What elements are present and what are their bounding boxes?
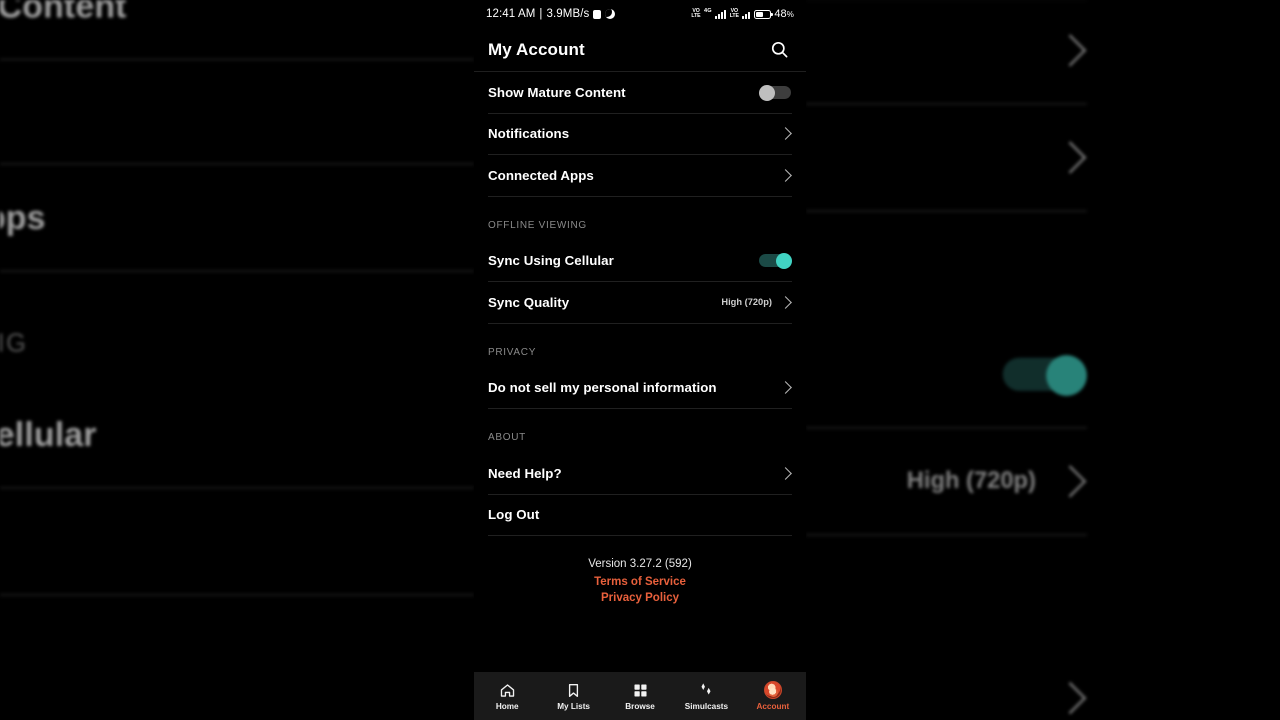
screen-root: My Account Show Mature Content Notificat…: [0, 0, 1280, 720]
version-label: Version 3.27.2 (592): [588, 558, 692, 570]
pill-indicator-icon: [593, 9, 602, 19]
background-blur-right-content: High (720p): [806, 0, 1123, 720]
volte-sim1-icon: VO LTE: [691, 7, 701, 19]
setting-row-log-out[interactable]: Log Out: [488, 495, 792, 536]
bg-left-section: OFFLINE VIEWING: [0, 329, 28, 358]
chevron-right-icon: [779, 466, 792, 480]
network-4g-label: 4G: [704, 8, 712, 14]
setting-row-do-not-sell-my-personal-information[interactable]: Do not sell my personal information: [488, 368, 792, 409]
app-bar: My Account: [474, 28, 806, 72]
page-title: My Account: [488, 39, 585, 59]
background-blur-right: High (720p): [806, 0, 1280, 720]
nav-label: Simulcasts: [684, 701, 729, 711]
bg-left-section: PRIVACY: [0, 595, 474, 707]
setting-row-notifications[interactable]: Notifications: [488, 114, 792, 155]
signal-bars-sim2-icon: [742, 9, 751, 19]
chevron-right-icon: [779, 127, 792, 141]
bookmark-icon: [565, 682, 582, 699]
bg-left-row-label: Sync Using Cellular: [0, 415, 97, 455]
bg-left-row-label: Connected Apps: [0, 197, 46, 237]
toggle-knob: [776, 253, 792, 270]
signal-bars-sim1-icon: [715, 9, 727, 19]
bg-right-value: High (720p): [906, 467, 1036, 494]
grid-icon: [632, 682, 649, 699]
setting-row-show-mature-content[interactable]: Show Mature Content: [488, 72, 792, 114]
background-blur-left-content: My Account Show Mature Content Notificat…: [0, 0, 474, 720]
section-header-offline-viewing: OFFLINE VIEWING: [488, 219, 587, 231]
bottom-navigation-bar: Home My Lists Browse Simulcasts Account: [474, 672, 806, 720]
sync-quality-value: High (720p): [721, 297, 772, 308]
background-blur-left: My Account Show Mature Content Notificat…: [0, 0, 474, 720]
nav-item-browse[interactable]: Browse: [607, 672, 673, 720]
nav-item-home[interactable]: Home: [474, 672, 540, 720]
sync-using-cellular-toggle[interactable]: [759, 253, 792, 270]
battery-percent: 48%: [774, 8, 794, 20]
setting-row-need-help[interactable]: Need Help?: [488, 453, 792, 495]
status-data-rate: 3.9MB/s: [546, 8, 590, 20]
section-header-about: ABOUT: [488, 432, 526, 443]
nav-item-my-lists[interactable]: My Lists: [540, 672, 606, 720]
setting-label: Sync Using Cellular: [488, 253, 614, 269]
volte-sim2-icon: VO LTE: [729, 7, 739, 19]
settings-list: Show Mature Content Notifications Connec…: [474, 72, 806, 604]
setting-label: Do not sell my personal information: [488, 380, 717, 396]
nav-item-simulcasts[interactable]: Simulcasts: [673, 672, 739, 720]
setting-label: Log Out: [488, 507, 540, 523]
home-icon: [499, 682, 516, 699]
setting-label: Notifications: [488, 126, 570, 142]
status-separator: |: [539, 8, 543, 20]
app-footer: Version 3.27.2 (592) Terms of Service Pr…: [488, 536, 792, 604]
show-mature-content-toggle[interactable]: [759, 84, 792, 101]
nav-label: Home: [495, 701, 519, 711]
setting-label: Connected Apps: [488, 167, 594, 183]
phone-screen: 12:41 AM | 3.9MB/s VOLTE 4G VOLTE 48%: [474, 0, 806, 720]
chevron-right-icon: [779, 295, 792, 309]
setting-row-connected-apps[interactable]: Connected Apps: [488, 155, 792, 197]
status-time: 12:41 AM: [486, 8, 536, 20]
setting-label: Show Mature Content: [488, 84, 626, 100]
bg-left-row-label: Show Mature Content: [0, 0, 127, 25]
setting-row-sync-quality[interactable]: Sync Quality High (720p): [488, 282, 792, 324]
setting-label: Need Help?: [488, 465, 562, 481]
nav-label: My Lists: [557, 701, 590, 711]
sparkles-icon: [697, 682, 715, 699]
nav-label: Account: [756, 701, 790, 711]
chevron-right-icon: [779, 168, 792, 182]
toggle-knob: [759, 84, 775, 101]
nav-item-account[interactable]: Account: [740, 672, 806, 720]
search-icon[interactable]: [766, 37, 792, 63]
setting-row-sync-using-cellular[interactable]: Sync Using Cellular: [488, 241, 792, 282]
battery-icon: [753, 9, 773, 19]
setting-label: Sync Quality: [488, 294, 570, 310]
avatar: [763, 681, 782, 699]
avatar-icon: [763, 681, 782, 699]
chevron-right-icon: [779, 381, 792, 395]
nav-label: Browse: [625, 701, 655, 711]
privacy-policy-link[interactable]: Privacy Policy: [488, 592, 792, 604]
moon-icon: [605, 9, 616, 19]
terms-of-service-link[interactable]: Terms of Service: [488, 576, 792, 588]
section-header-privacy: PRIVACY: [488, 346, 537, 358]
status-bar: 12:41 AM | 3.9MB/s VO LTE 4G VO LTE 48%: [474, 0, 806, 28]
